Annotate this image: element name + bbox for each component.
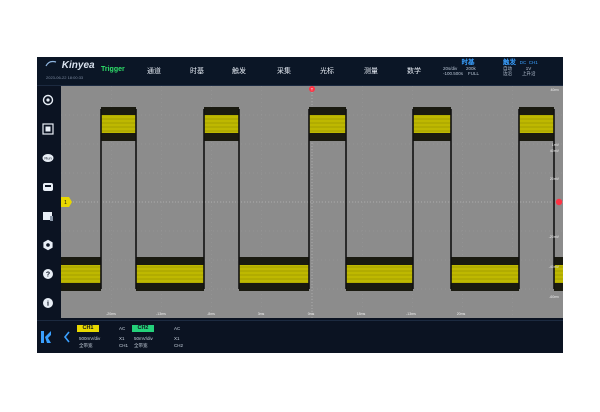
ch2-badge: CH2 <box>132 325 154 332</box>
waveform-display[interactable]: T 1 40mv 1mV 40mV 20mV -20mV -40mV -60mv -20ms… <box>61 86 563 318</box>
save-icon[interactable] <box>42 181 54 193</box>
time-label: -13ms <box>156 312 166 316</box>
time-label: 20ms <box>457 312 466 316</box>
ch2-coupling: AC <box>174 326 181 331</box>
info-icon[interactable]: i <box>42 297 54 309</box>
time-label: -13ms <box>406 312 416 316</box>
timebase-scale: 20s/div <box>443 65 458 71</box>
run-icon[interactable]: Run <box>42 152 54 164</box>
time-label: -20ms <box>106 312 116 316</box>
waveform-segment <box>239 265 309 283</box>
timebase-offset: -100.500s <box>443 71 464 76</box>
voltage-label: 40mv <box>550 88 559 92</box>
waveform-segment <box>204 115 239 133</box>
waveform-segment <box>346 265 413 283</box>
ch2-bandwidth: 全带宽 <box>134 343 148 348</box>
trigger-coupling: DC <box>519 60 527 65</box>
voltage-label: 40mV <box>550 149 560 153</box>
waveform-segment <box>519 115 554 133</box>
menu-channel[interactable]: 通道 <box>147 66 161 76</box>
voltage-label: 1mV <box>552 143 560 147</box>
time-label: 3ms <box>258 312 265 316</box>
chevron-left-icon[interactable] <box>63 331 71 343</box>
display-icon[interactable] <box>42 210 54 222</box>
ch1-bandwidth: 全带宽 <box>79 343 93 348</box>
time-label: 0ms <box>308 312 315 316</box>
ch2-name: CH2 <box>174 343 184 348</box>
channel1-marker-label: 1 <box>64 200 67 206</box>
ch2-scale: 50mV/div <box>134 336 153 341</box>
trigger-status[interactable]: Trigger <box>101 66 125 73</box>
menu-math[interactable]: 数学 <box>407 66 421 76</box>
ch1-scale: 500mV/div <box>79 336 101 341</box>
time-label: -8ms <box>207 312 215 316</box>
trigger-mode: 自动 <box>503 65 512 71</box>
ch2-probe: X1 <box>174 336 180 341</box>
svg-text:?: ? <box>46 271 50 278</box>
timebase-panel[interactable]: 时基 20s/div 200k -100.500s FULL <box>443 60 493 77</box>
time-label: 18ms <box>357 312 366 316</box>
waveform-segment <box>309 115 346 133</box>
voltage-label: -40mV <box>549 265 560 269</box>
ch1-name: CH1 <box>119 343 129 348</box>
top-bar: Kinyea 2023-06-22 18:00:33 Trigger 通道 时基… <box>37 57 563 86</box>
menu-cursor[interactable]: 光标 <box>320 66 334 76</box>
trigger-marker[interactable]: T <box>309 86 315 92</box>
config-icon[interactable] <box>42 239 54 251</box>
voltage-label: -20mV <box>549 235 560 239</box>
voltage-label: -60mv <box>549 295 559 299</box>
timebase-samples: 200k <box>466 65 476 71</box>
voltage-label: 20mV <box>550 177 560 181</box>
brand-mark-icon <box>45 60 57 67</box>
timebase-mode: FULL <box>468 71 480 76</box>
ch1-probe: X1 <box>119 336 125 341</box>
autoset-icon[interactable] <box>42 123 54 135</box>
sidebar: Run ? i <box>37 86 60 353</box>
menu-measure[interactable]: 测量 <box>364 66 378 76</box>
trigger-source: CH1 <box>528 60 538 65</box>
menu-timebase[interactable]: 时基 <box>190 66 204 76</box>
waveform-segment <box>61 265 101 283</box>
waveform-segment <box>101 115 136 133</box>
trigger-level-marker[interactable] <box>555 198 563 206</box>
brand-small-icon <box>41 331 51 343</box>
waveform-segment <box>451 265 519 283</box>
trigger-slope: 上升沿 <box>522 71 536 76</box>
trigger-level: 1V <box>525 65 532 71</box>
ch1-badge: CH1 <box>77 325 99 332</box>
datetime: 2023-06-22 18:00:33 <box>46 75 84 80</box>
help-icon[interactable]: ? <box>42 268 54 280</box>
brand-logo: Kinyea <box>45 60 95 71</box>
menu-acquire[interactable]: 采集 <box>277 66 291 76</box>
menu-trigger[interactable]: 触发 <box>232 66 246 76</box>
run-label: Run <box>44 156 51 161</box>
trigger-panel[interactable]: 触发 DC CH1 自动 1V 边沿 上升沿 <box>503 59 538 77</box>
trigger-type: 边沿 <box>503 71 512 76</box>
settings-icon[interactable] <box>42 94 54 106</box>
waveform-segment <box>136 265 204 283</box>
oscilloscope-window: Kinyea 2023-06-22 18:00:33 Trigger 通道 时基… <box>37 57 563 353</box>
svg-text:i: i <box>47 300 49 308</box>
waveform-segment <box>413 115 451 133</box>
brand-name: Kinyea <box>61 60 95 71</box>
ch1-coupling: AC <box>119 326 126 331</box>
channel-bar: CH1 AC 500mV/div X1 全带宽 CH1 CH2 AC 50mV/… <box>37 320 563 353</box>
